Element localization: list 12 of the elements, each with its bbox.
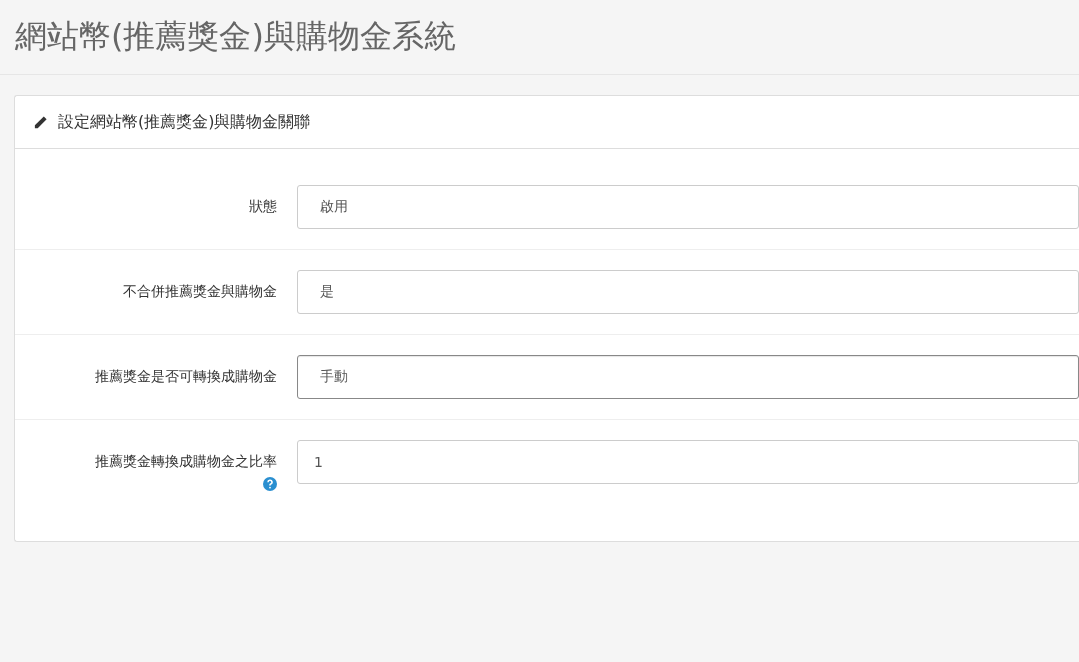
field-label: 不合併推薦獎金與購物金 [123, 283, 277, 301]
select-field[interactable]: 手動 [297, 355, 1079, 399]
help-icon[interactable] [263, 477, 277, 491]
pencil-icon [33, 114, 48, 130]
select-field[interactable]: 是 [297, 270, 1079, 314]
field-label: 狀態 [249, 198, 277, 216]
field-label: 推薦獎金是否可轉換成購物金 [95, 368, 277, 386]
panel-heading: 設定網站幣(推薦獎金)與購物金關聯 [58, 111, 311, 133]
select-field[interactable]: 啟用 [297, 185, 1079, 229]
input-field[interactable]: 1 [297, 440, 1079, 484]
page-title: 網站幣(推薦獎金)與購物金系統 [15, 16, 456, 57]
field-label: 推薦獎金轉換成購物金之比率 [95, 453, 277, 471]
